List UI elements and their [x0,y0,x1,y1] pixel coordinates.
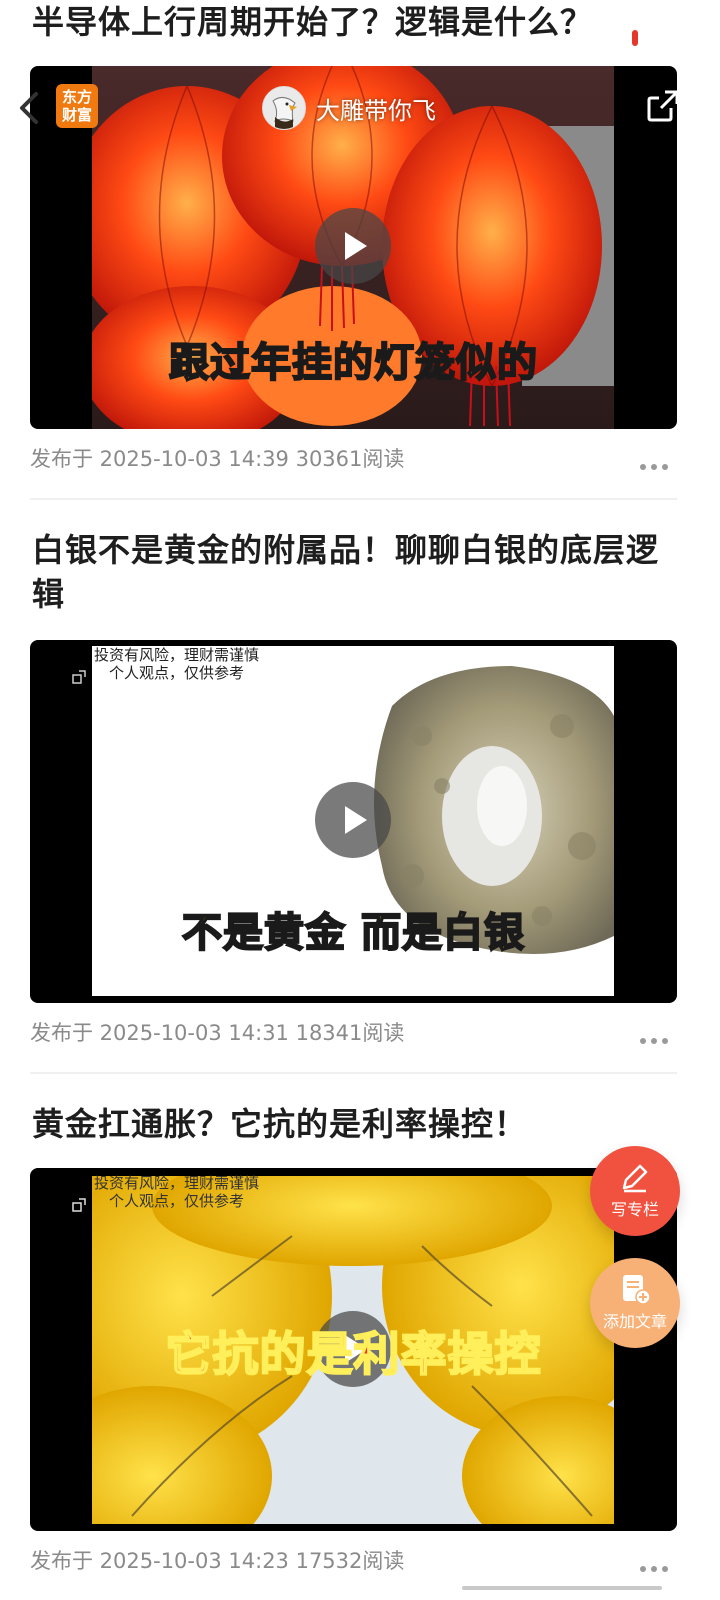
divider [30,498,677,500]
disclaimer-line: 个人观点，仅供参考 [109,1192,245,1210]
add-article-label: 添加文章 [602,1312,667,1331]
more-icon[interactable] [640,455,674,470]
video-caption: 不是黄金 而是白银 [181,909,525,957]
add-document-icon [623,1275,651,1305]
more-icon[interactable] [640,1029,674,1044]
video-player[interactable]: 投资有风险，理财需谨慎 个人观点，仅供参考 不是黄金 而是白银 [30,640,677,1003]
author-info[interactable]: 大雕带你飞 [262,86,436,130]
eagle-icon [263,87,305,129]
play-button[interactable] [315,782,391,858]
pen-icon [622,1164,648,1193]
divider [30,1072,677,1074]
more-icon[interactable] [640,1557,674,1572]
scroll-indicator [462,1586,662,1590]
disclaimer-line: 投资有风险，理财需谨慎 [94,646,260,664]
video-caption: 它抗的是利率操控 [165,1326,542,1382]
video-disclaimer: 投资有风险，理财需谨慎 个人观点，仅供参考 [94,1174,259,1210]
disclaimer-line: 投资有风险，理财需谨慎 [94,1174,260,1192]
add-article-button[interactable]: 添加文章 [590,1258,680,1348]
video-disclaimer: 投资有风险，理财需谨慎 个人观点，仅供参考 [94,646,259,682]
logo-text: 东方 财富 [61,88,92,124]
disclaimer-line: 个人观点，仅供参考 [109,664,245,682]
play-button[interactable] [315,208,391,284]
write-column-label: 写专栏 [610,1200,659,1219]
article-title[interactable]: 白银不是黄金的附属品！聊聊白银的底层逻辑 [32,528,682,616]
author-name: 大雕带你飞 [316,96,436,125]
share-icon[interactable] [645,88,681,124]
write-column-button[interactable]: 写专栏 [590,1146,680,1236]
article-meta: 发布于 2025-10-03 14:31 18341阅读 [30,1021,405,1045]
avatar[interactable] [262,86,306,130]
article-title[interactable]: 半导体上行周期开始了？逻辑是什么？ [32,0,682,44]
article-title[interactable]: 黄金扛通胀？它抗的是利率操控！ [32,1102,682,1146]
article-meta: 发布于 2025-10-03 14:23 17532阅读 [30,1549,405,1573]
chevron-left-icon[interactable] [14,88,44,128]
video-player[interactable]: 投资有风险，理财需谨慎 个人观点，仅供参考 它抗的是利率操控 [30,1168,677,1531]
rotate-icon[interactable] [70,668,88,686]
rotate-icon[interactable] [70,1196,88,1214]
video-caption: 跟过年挂的灯笼似的 [168,339,538,387]
article-meta: 发布于 2025-10-03 14:39 30361阅读 [30,447,405,471]
app-logo: 东方 财富 [56,84,98,128]
